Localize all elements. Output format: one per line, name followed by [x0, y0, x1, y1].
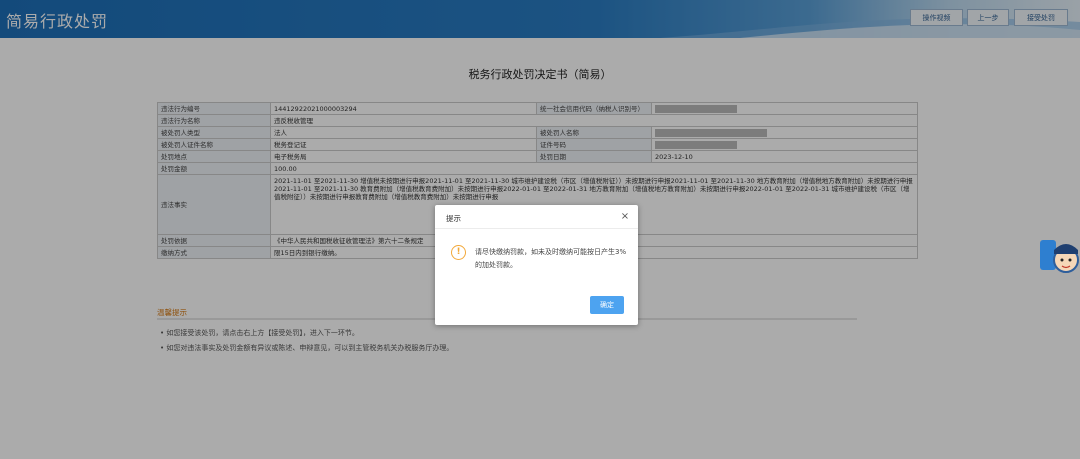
confirm-button[interactable]: 确定: [590, 296, 624, 314]
assistant-mascot-icon: [1040, 240, 1079, 273]
notice-dialog: 提示 × ! 请尽快缴纳罚款，如未及时缴纳可能按日产生3%的加处罚款。 确定: [435, 205, 638, 325]
dialog-title: 提示: [446, 214, 461, 223]
dialog-header: 提示 ×: [435, 205, 638, 229]
warning-icon: !: [451, 245, 466, 260]
close-icon[interactable]: ×: [619, 211, 631, 223]
tax-assistant-widget[interactable]: [1038, 236, 1080, 278]
dialog-message: 请尽快缴纳罚款，如未及时缴纳可能按日产生3%的加处罚款。: [475, 248, 627, 269]
